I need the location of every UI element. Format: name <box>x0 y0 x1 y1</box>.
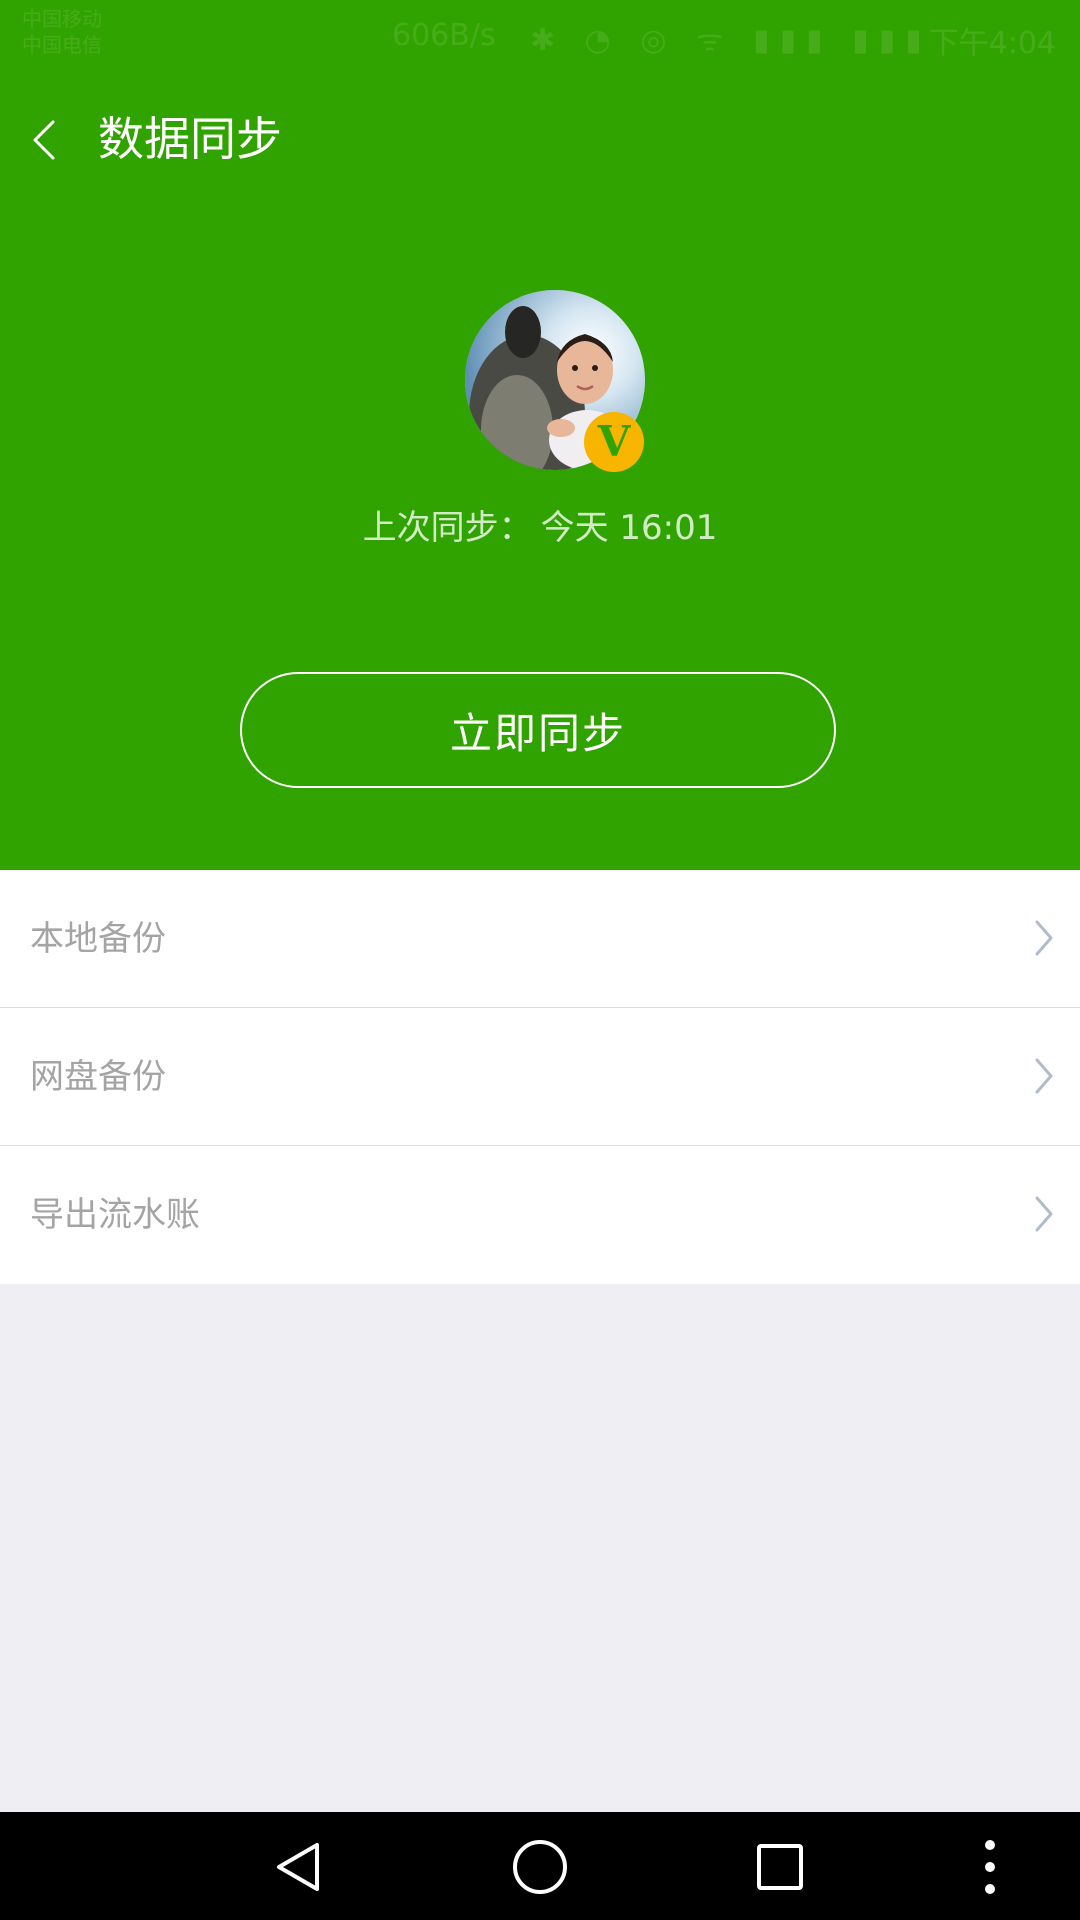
three-dots-icon <box>985 1840 995 1894</box>
menu-item-local-backup[interactable]: 本地备份 <box>0 870 1080 1008</box>
system-nav-bar <box>0 1812 1080 1920</box>
status-icons: ✱ ◔ ◎ ᯤ ▮▮▮ ▮▮▮ <box>530 23 932 58</box>
vip-badge-icon: V <box>584 412 644 472</box>
menu-item-label: 导出流水账 <box>30 1195 200 1235</box>
triangle-back-icon <box>277 1843 319 1891</box>
last-sync-label: 上次同步： <box>362 508 533 548</box>
last-sync-info: 上次同步： 今天 16:01 <box>0 500 1080 549</box>
nav-menu-button[interactable] <box>955 1832 1025 1902</box>
nav-home-button[interactable] <box>505 1832 575 1902</box>
network-speed: 606B/s <box>392 18 496 53</box>
menu-item-label: 网盘备份 <box>30 1057 166 1097</box>
carrier-info: 中国移动 中国电信 <box>22 6 102 58</box>
last-sync-time: 今天 16:01 <box>540 508 718 548</box>
nav-back-button[interactable] <box>264 1832 334 1902</box>
back-button[interactable] <box>14 100 74 180</box>
chevron-right-icon <box>1035 920 1053 956</box>
carrier-1: 中国移动 <box>22 7 102 31</box>
square-recents-icon <box>757 1844 803 1890</box>
menu-item-export-ledger[interactable]: 导出流水账 <box>0 1146 1080 1284</box>
menu-item-cloud-backup[interactable]: 网盘备份 <box>0 1008 1080 1146</box>
page-title: 数据同步 <box>98 112 282 166</box>
back-arrow-icon <box>33 120 55 160</box>
circle-home-icon <box>513 1840 567 1894</box>
status-time: 下午4:04 <box>928 26 1056 61</box>
menu-list: 本地备份 网盘备份 导出流水账 <box>0 870 1080 1284</box>
status-bar: 中国移动 中国电信 606B/s ✱ ◔ ◎ ᯤ ▮▮▮ ▮▮▮ 下午4:04 <box>0 0 1080 72</box>
screen: 中国移动 中国电信 606B/s ✱ ◔ ◎ ᯤ ▮▮▮ ▮▮▮ 下午4:04 … <box>0 0 1080 1920</box>
sync-header: 数据同步 V 上次同步： 今天 16:01 立即同步 <box>0 72 1080 870</box>
menu-item-label: 本地备份 <box>30 919 166 959</box>
carrier-2: 中国电信 <box>22 33 102 57</box>
sync-now-button[interactable]: 立即同步 <box>240 672 836 788</box>
nav-recents-button[interactable] <box>745 1832 815 1902</box>
chevron-right-icon <box>1035 1196 1053 1232</box>
chevron-right-icon <box>1035 1058 1053 1094</box>
